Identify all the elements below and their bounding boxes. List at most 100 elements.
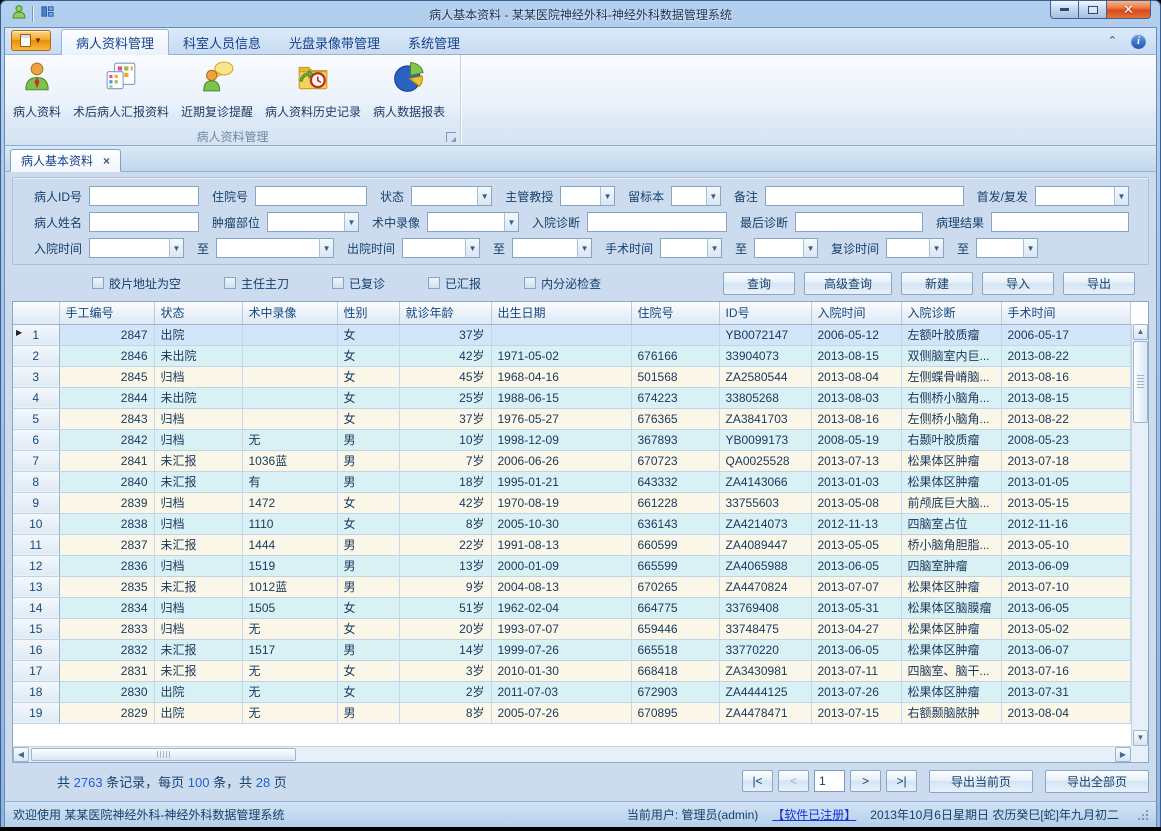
filter-combo-discharge-date-to[interactable]: ▼: [512, 238, 592, 258]
column-header[interactable]: ID号: [719, 302, 811, 324]
table-row[interactable]: 132835未汇报1012蓝男9岁2004-08-13670265ZA44708…: [13, 576, 1131, 597]
tab-close-icon[interactable]: ×: [103, 155, 110, 167]
filter-combo-admission-date-from[interactable]: ▼: [89, 238, 184, 258]
table-row[interactable]: 22846未出院女42岁1971-05-02676166339040732013…: [13, 345, 1131, 366]
checkbox-reported[interactable]: [428, 277, 440, 289]
last-page-button[interactable]: >|: [886, 770, 917, 792]
filter-combo-discharge-date-from[interactable]: ▼: [402, 238, 480, 258]
filter-input-remark[interactable]: [765, 186, 964, 206]
filter-input-final-diagnosis[interactable]: [795, 212, 923, 232]
patient-history-button[interactable]: 病人资料历史记录: [259, 58, 367, 122]
checkbox-chief-surgeon[interactable]: [224, 277, 236, 289]
table-row[interactable]: 112837未汇报1444男22岁1991-08-13660599ZA40894…: [13, 534, 1131, 555]
ribbon-tab-system[interactable]: 系统管理: [394, 30, 474, 54]
ribbon-tab-patient-management[interactable]: 病人资料管理: [61, 29, 169, 55]
table-row[interactable]: 162832未汇报1517男14岁1999-07-266655183377022…: [13, 639, 1131, 660]
doc-tab-patient-basic-info[interactable]: 病人基本资料 ×: [10, 149, 121, 172]
filter-input-admission-diagnosis[interactable]: [587, 212, 727, 232]
ribbon-tab-department-staff[interactable]: 科室人员信息: [169, 30, 275, 54]
collapse-ribbon-icon[interactable]: ⌃: [1108, 36, 1117, 47]
export-button[interactable]: 导出: [1063, 272, 1135, 295]
vertical-scrollbar[interactable]: ▲ ▼: [1131, 324, 1148, 746]
filter-combo-status[interactable]: ▼: [411, 186, 492, 206]
table-row[interactable]: 192829出院无男8岁2005-07-26670895ZA4478471201…: [13, 702, 1131, 723]
checkbox-endocrine-exam[interactable]: [524, 277, 536, 289]
advanced-query-button[interactable]: 高级查询: [804, 272, 892, 295]
table-cell: 女: [337, 387, 399, 408]
patient-report-chart-button[interactable]: 病人数据报表: [367, 58, 451, 122]
column-header[interactable]: 就诊年龄: [399, 302, 491, 324]
export-all-pages-button[interactable]: 导出全部页: [1045, 770, 1149, 793]
resize-grip[interactable]: [1137, 809, 1148, 820]
filter-combo-surgery-date-from[interactable]: ▼: [660, 238, 722, 258]
app-menu-button[interactable]: ▼: [11, 30, 51, 51]
table-row[interactable]: 172831未汇报无女3岁2010-01-30668418ZA343098120…: [13, 660, 1131, 681]
column-header[interactable]: [13, 302, 59, 324]
filter-combo-followup-date-to[interactable]: ▼: [976, 238, 1038, 258]
filter-input-admission-number[interactable]: [255, 186, 367, 206]
table-row[interactable]: 72841未汇报1036蓝男7岁2006-06-26670723QA002552…: [13, 450, 1131, 471]
scroll-up-icon[interactable]: ▲: [1133, 324, 1148, 340]
filter-combo-specimen-kept[interactable]: ▼: [671, 186, 721, 206]
followup-reminder-button[interactable]: 近期复诊提醒: [175, 58, 259, 122]
table-row[interactable]: 152833归档无女20岁1993-07-0765944633748475201…: [13, 618, 1131, 639]
column-header[interactable]: 性别: [337, 302, 399, 324]
next-page-button[interactable]: >: [850, 770, 881, 792]
column-header[interactable]: 入院诊断: [901, 302, 1001, 324]
ribbon-tab-disc-video[interactable]: 光盘录像带管理: [275, 30, 394, 54]
table-row[interactable]: 92839归档1472女42岁1970-08-19661228337556032…: [13, 492, 1131, 513]
query-button[interactable]: 查询: [723, 272, 795, 295]
table-row[interactable]: 102838归档1110女8岁2005-10-30636143ZA4214073…: [13, 513, 1131, 534]
column-header[interactable]: 住院号: [631, 302, 719, 324]
table-row[interactable]: 82840未汇报有男18岁1995-01-21643332ZA414306620…: [13, 471, 1131, 492]
close-button[interactable]: ✕: [1106, 1, 1151, 19]
column-header[interactable]: 手术时间: [1001, 302, 1131, 324]
filter-input-patient-name[interactable]: [89, 212, 199, 232]
table-row[interactable]: 42844未出院女25岁1988-06-15674223338052682013…: [13, 387, 1131, 408]
column-header[interactable]: 状态: [154, 302, 242, 324]
import-button[interactable]: 导入: [982, 272, 1054, 295]
horizontal-scrollbar-thumb[interactable]: [31, 748, 296, 761]
column-header[interactable]: 出生日期: [491, 302, 631, 324]
scroll-down-icon[interactable]: ▼: [1133, 730, 1148, 746]
column-header[interactable]: 术中录像: [242, 302, 337, 324]
filter-combo-surgery-date-to[interactable]: ▼: [754, 238, 818, 258]
scroll-left-icon[interactable]: ◀: [13, 747, 29, 762]
info-icon[interactable]: i: [1131, 34, 1146, 49]
new-button[interactable]: 新建: [901, 272, 973, 295]
thumb-grip: [1137, 375, 1144, 389]
table-row[interactable]: ▶12847出院女37岁YB00721472006-05-12左额叶胶质瘤200…: [13, 324, 1131, 345]
patient-data-button[interactable]: 病人资料: [7, 58, 67, 122]
filter-combo-chief-professor[interactable]: ▼: [560, 186, 615, 206]
export-current-page-button[interactable]: 导出当前页: [929, 770, 1033, 793]
prev-page-button[interactable]: <: [778, 770, 809, 792]
vertical-scrollbar-thumb[interactable]: [1133, 341, 1148, 423]
maximize-button[interactable]: [1078, 1, 1107, 19]
filter-combo-tumor-site[interactable]: ▼: [267, 212, 359, 232]
filter-input-patient-id[interactable]: [89, 186, 199, 206]
column-header[interactable]: 手工编号: [59, 302, 154, 324]
first-page-button[interactable]: |<: [742, 770, 773, 792]
table-row[interactable]: 122836归档1519男13岁2000-01-09665599ZA406598…: [13, 555, 1131, 576]
dialog-launcher-icon[interactable]: [446, 132, 456, 142]
checkbox-film-address-empty[interactable]: [92, 277, 104, 289]
checkbox-followed-up[interactable]: [332, 277, 344, 289]
filter-combo-followup-date-from[interactable]: ▼: [886, 238, 944, 258]
table-row[interactable]: 142834归档1505女51岁1962-02-0466477533769408…: [13, 597, 1131, 618]
page-number-input[interactable]: [814, 770, 845, 792]
minimize-button[interactable]: [1050, 1, 1079, 19]
filter-combo-intraop-video[interactable]: ▼: [427, 212, 519, 232]
license-registered-link[interactable]: 【软件已注册】: [772, 806, 856, 823]
column-header[interactable]: 入院时间: [811, 302, 901, 324]
filter-combo-first-or-recurrent[interactable]: ▼: [1035, 186, 1129, 206]
postop-report-button[interactable]: 术后病人汇报资料: [67, 58, 175, 122]
scroll-right-icon[interactable]: ▶: [1115, 747, 1131, 762]
table-row[interactable]: 182830出院无女2岁2011-07-03672903ZA4444125201…: [13, 681, 1131, 702]
quick-access-icon[interactable]: [40, 4, 55, 24]
table-row[interactable]: 52843归档女37岁1976-05-27676365ZA38417032013…: [13, 408, 1131, 429]
table-row[interactable]: 32845归档女45岁1968-04-16501568ZA25805442013…: [13, 366, 1131, 387]
filter-input-pathology-result[interactable]: [991, 212, 1129, 232]
horizontal-scrollbar[interactable]: ◀ ▶: [13, 746, 1131, 762]
filter-combo-admission-date-to[interactable]: ▼: [216, 238, 334, 258]
table-row[interactable]: 62842归档无男10岁1998-12-09367893YB0099173200…: [13, 429, 1131, 450]
